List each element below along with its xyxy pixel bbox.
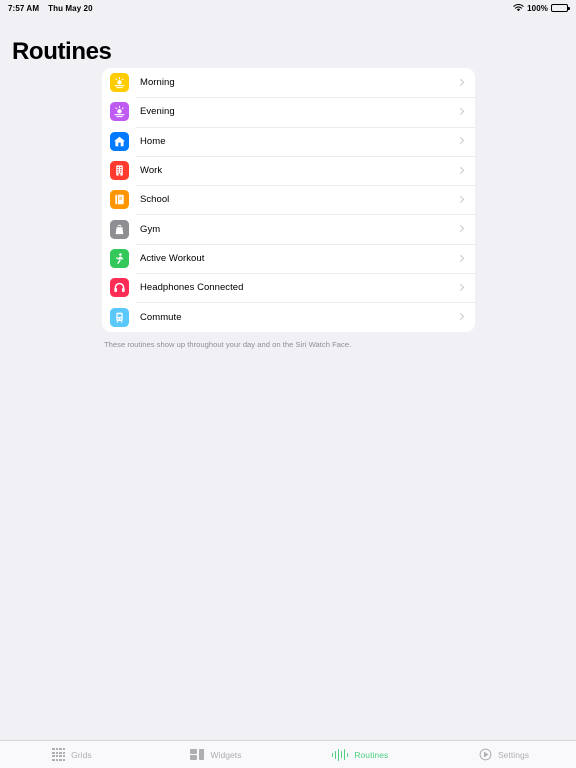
routine-row-active-workout[interactable]: Active Workout: [102, 243, 475, 273]
chevron-right-icon[interactable]: [457, 254, 465, 262]
building-icon: [110, 161, 129, 181]
clock-icon: [479, 748, 492, 761]
chevron-right-icon[interactable]: [457, 284, 465, 292]
tram-icon: [110, 307, 129, 327]
sunrise-icon: [110, 73, 129, 93]
routine-row-school[interactable]: School: [102, 185, 475, 214]
chevron-right-icon[interactable]: [457, 108, 465, 116]
routine-label: Headphones Connected: [140, 282, 244, 294]
grid-icon: [52, 748, 66, 761]
house-icon: [110, 131, 129, 151]
routine-label: Commute: [140, 311, 182, 323]
routine-label: Home: [140, 135, 166, 147]
tab-label: Routines: [354, 749, 389, 760]
battery-icon: [551, 4, 570, 12]
routine-label: Work: [140, 165, 163, 177]
routine-label: School: [140, 194, 170, 206]
routine-label: Evening: [140, 106, 175, 118]
page-title: Routines: [12, 38, 112, 65]
routine-row-morning[interactable]: Morning: [102, 68, 475, 97]
routines-list-section: Morning Evening Home Work School Gym Act…: [102, 68, 475, 349]
sunset-icon: [110, 102, 129, 122]
tab-settings[interactable]: Settings: [432, 741, 576, 768]
book-icon: [110, 190, 129, 210]
gym-bag-icon: [110, 219, 129, 239]
routine-row-work[interactable]: Work: [102, 155, 475, 185]
routine-row-gym[interactable]: Gym: [102, 214, 475, 243]
status-bar: 7:57 AM Thu May 20 100%: [0, 0, 576, 16]
status-date: Thu May 20: [48, 3, 93, 13]
tab-label: Grids: [71, 749, 92, 760]
headphones-icon: [110, 278, 129, 298]
chevron-right-icon[interactable]: [457, 167, 465, 175]
tab-label: Settings: [497, 749, 530, 760]
chevron-right-icon[interactable]: [457, 196, 465, 204]
routine-row-evening[interactable]: Evening: [102, 97, 475, 126]
runner-icon: [110, 248, 129, 268]
chevron-right-icon[interactable]: [457, 79, 465, 87]
widgets-icon: [190, 749, 205, 761]
routine-row-commute[interactable]: Commute: [102, 302, 475, 331]
routines-footer-note: These routines show up throughout your d…: [104, 339, 352, 349]
tab-bar: Grids Widgets Routines Settings: [0, 740, 576, 768]
status-bar-left: 7:57 AM Thu May 20: [8, 4, 93, 13]
tab-routines[interactable]: Routines: [288, 741, 432, 768]
battery-percent: 100%: [527, 3, 548, 13]
tab-grids[interactable]: Grids: [0, 741, 144, 768]
chevron-right-icon[interactable]: [457, 137, 465, 145]
routine-row-home[interactable]: Home: [102, 126, 475, 156]
status-bar-right: 100%: [513, 3, 570, 13]
status-time: 7:57 AM: [8, 3, 40, 13]
wifi-icon: [513, 4, 524, 12]
tab-widgets[interactable]: Widgets: [144, 741, 288, 768]
routine-row-headphones-connected[interactable]: Headphones Connected: [102, 273, 475, 302]
chevron-right-icon[interactable]: [457, 313, 465, 321]
routines-card: Morning Evening Home Work School Gym Act…: [102, 68, 475, 332]
chevron-right-icon[interactable]: [457, 225, 465, 233]
waveform-icon: [331, 748, 349, 761]
routine-label: Gym: [140, 223, 161, 235]
routine-label: Active Workout: [140, 252, 205, 264]
tab-label: Widgets: [210, 749, 242, 760]
routine-label: Morning: [140, 77, 175, 89]
